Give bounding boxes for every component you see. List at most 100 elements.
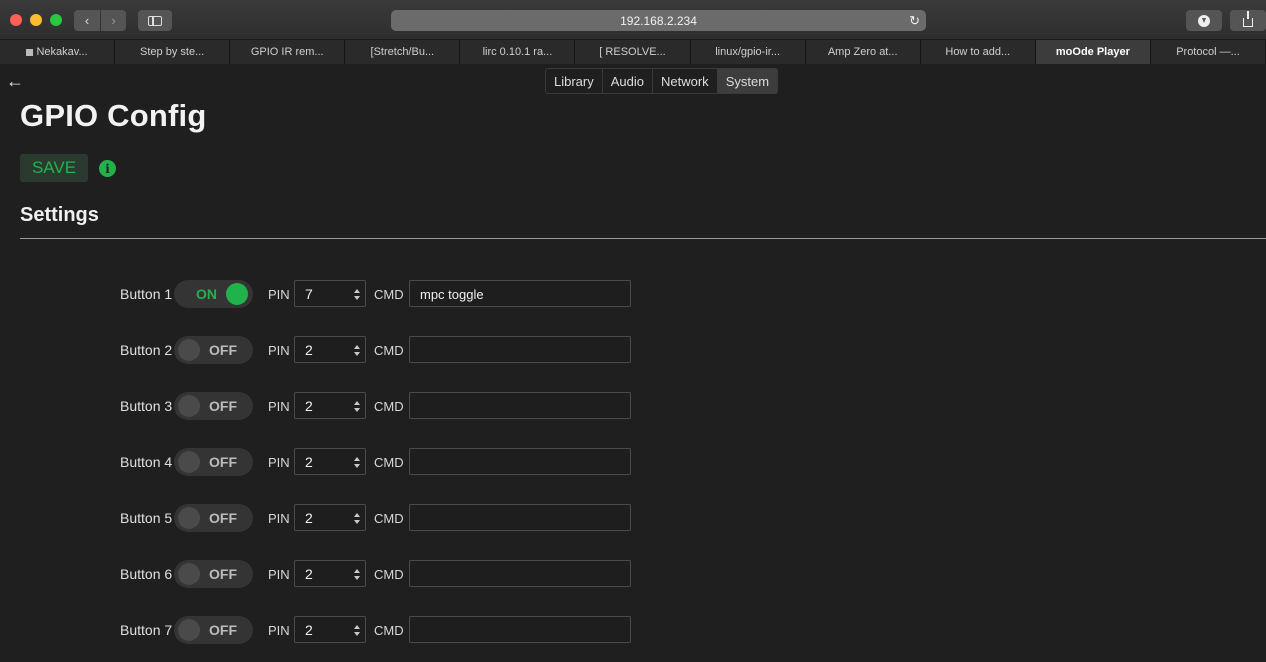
pin-select[interactable]: 2 [294,336,366,363]
browser-tab[interactable]: moOde Player [1035,40,1151,64]
browser-tab[interactable]: Protocol —... [1150,40,1266,64]
cmd-label: CMD [374,287,404,302]
button-label: Button 5 [120,510,173,526]
gpio-button-row: Button 7 OFF PIN 2 CMD [0,616,700,644]
downloads-button[interactable] [1186,10,1222,31]
button-label: Button 7 [120,622,173,638]
enable-toggle[interactable]: OFF [174,392,253,420]
browser-tab-label: Step by ste... [140,46,205,58]
browser-tab[interactable]: linux/gpio-ir... [690,40,806,64]
gpio-button-row: Button 6 OFF PIN 2 CMD [0,560,700,588]
pin-select[interactable]: 7 [294,280,366,307]
top-nav: Library Audio Network System [545,68,779,94]
pin-value: 2 [305,510,313,526]
pin-select[interactable]: 2 [294,560,366,587]
enable-toggle[interactable]: OFF [174,448,253,476]
download-icon [1198,14,1210,27]
chevron-left-icon: ‹ [84,13,90,28]
browser-tab[interactable]: GPIO IR rem... [230,40,346,64]
button-label: Button 6 [120,566,173,582]
browser-tab[interactable]: [Stretch/Bu... [345,40,461,64]
pin-value: 2 [305,342,313,358]
button-label: Button 1 [120,286,173,302]
back-arrow-icon[interactable]: ← [6,71,24,92]
toggle-knob [178,507,200,529]
sidebar-icon [148,15,162,26]
gpio-button-row: Button 2 OFF PIN 2 CMD [0,336,700,364]
pin-label: PIN [268,511,290,526]
zoom-window-button[interactable] [50,14,62,26]
browser-tab-label: Amp Zero at... [827,46,898,58]
stepper-arrows-icon [354,345,360,356]
reload-icon[interactable]: ↻ [909,13,920,29]
browser-forward-button[interactable]: › [101,10,126,31]
browser-back-button[interactable]: ‹ [74,10,100,31]
cmd-label: CMD [374,455,404,470]
pin-select[interactable]: 2 [294,448,366,475]
browser-tab-bar: Nekakav... Step by ste... GPIO IR rem... [S… [0,40,1266,64]
toggle-state-text: OFF [209,622,237,638]
pin-value: 2 [305,398,313,414]
toggle-knob [178,619,200,641]
cmd-input[interactable] [409,560,631,587]
cmd-input[interactable] [409,616,631,643]
address-bar[interactable]: 192.168.2.234 ↻ [391,10,926,31]
browser-tab-label: Protocol —... [1176,46,1240,58]
pin-select[interactable]: 2 [294,504,366,531]
browser-tab[interactable]: Nekakav... [0,40,116,64]
nav-library[interactable]: Library [546,69,603,93]
enable-toggle[interactable]: OFF [174,336,253,364]
toggle-knob [178,339,200,361]
button-label: Button 2 [120,342,173,358]
pin-label: PIN [268,455,290,470]
browser-tab[interactable]: How to add... [920,40,1036,64]
pin-select[interactable]: 2 [294,392,366,419]
close-window-button[interactable] [10,14,22,26]
pin-label: PIN [268,567,290,582]
enable-toggle[interactable]: OFF [174,560,253,588]
nav-audio[interactable]: Audio [603,69,653,93]
share-button[interactable] [1230,10,1266,31]
cmd-input[interactable] [409,504,631,531]
stepper-arrows-icon [354,289,360,300]
share-icon [1243,11,1253,27]
cmd-input[interactable]: mpc toggle [409,280,631,307]
toggle-knob [178,395,200,417]
toggle-state-text: OFF [209,454,237,470]
toggle-knob [226,283,248,305]
stepper-arrows-icon [354,625,360,636]
stepper-arrows-icon [354,457,360,468]
pin-select[interactable]: 2 [294,616,366,643]
enable-toggle[interactable]: OFF [174,504,253,532]
browser-tab[interactable]: Step by ste... [115,40,231,64]
pin-label: PIN [268,623,290,638]
pin-value: 7 [305,286,313,302]
settings-heading: Settings [20,204,99,226]
browser-tab-label: Nekakav... [36,46,88,58]
pin-label: PIN [268,399,290,414]
nav-system[interactable]: System [717,69,778,93]
pin-label: PIN [268,343,290,358]
enable-toggle[interactable]: OFF [174,616,253,644]
nav-network[interactable]: Network [653,69,718,93]
cmd-label: CMD [374,511,404,526]
minimize-window-button[interactable] [30,14,42,26]
browser-tab[interactable]: Amp Zero at... [805,40,921,64]
chevron-right-icon: › [111,13,116,28]
cmd-input[interactable] [409,336,631,363]
cmd-input[interactable] [409,392,631,419]
info-icon[interactable]: i [99,160,116,177]
save-button[interactable]: SAVE [20,154,88,182]
cmd-label: CMD [374,399,404,414]
page-title: GPIO Config [20,98,207,133]
sidebar-toggle-button[interactable] [138,10,172,31]
moode-page: ← Library Audio Network System GPIO Config … [0,65,1266,662]
browser-tab[interactable]: lirc 0.10.1 ra... [460,40,576,64]
enable-toggle[interactable]: ON [174,280,253,308]
browser-tab[interactable]: [ RESOLVE... [575,40,691,64]
pin-value: 2 [305,622,313,638]
cmd-label: CMD [374,567,404,582]
stepper-arrows-icon [354,401,360,412]
cmd-input[interactable] [409,448,631,475]
gpio-button-row: Button 1 ON PIN 7 CMD mpc toggle [0,280,700,308]
